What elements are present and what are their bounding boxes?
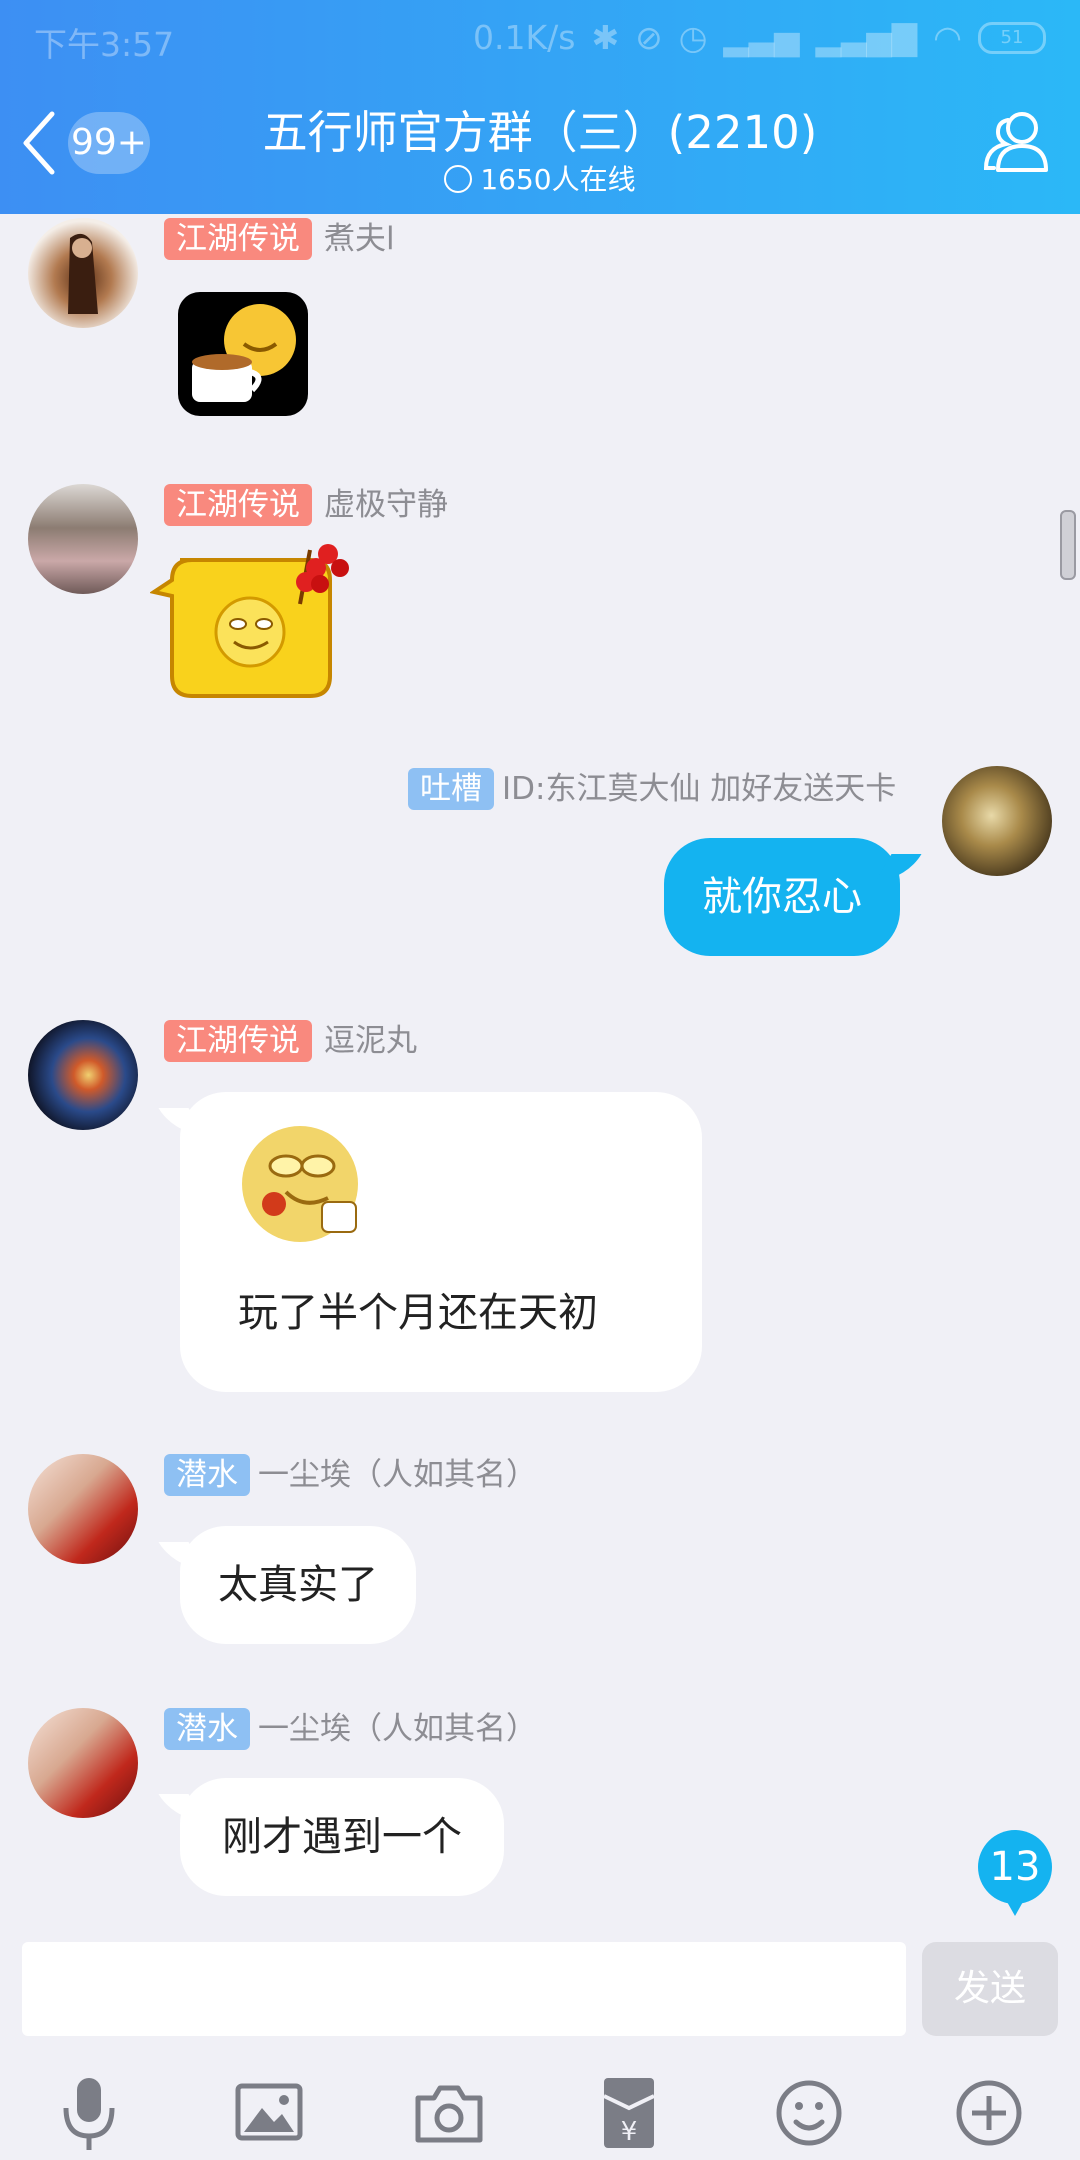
svg-text:¥: ¥ [621,2117,638,2147]
composer-bar: 发送 ¥ [0,1928,1080,2160]
composer-toolbar: ¥ [0,2068,1080,2158]
member-tag: 江湖传说 [164,1020,312,1062]
scrollbar[interactable] [1060,510,1076,580]
message-text: 太真实了 [218,1562,378,1608]
message-bubble[interactable]: 刚才遇到一个 [180,1778,504,1896]
page-title: 五行师官方群（三）(2210) [262,106,818,159]
coffee-smiley-sticker[interactable] [178,292,308,416]
red-packet-icon[interactable]: ¥ [584,2068,674,2158]
message-input[interactable] [22,1942,906,2036]
message-bubble[interactable]: 玩了半个月还在天初 [180,1092,702,1392]
group-members-icon[interactable] [980,108,1056,178]
message-bubble-outgoing[interactable]: 就你忍心 [664,838,900,956]
avatar[interactable] [28,218,138,328]
plus-icon[interactable] [944,2068,1034,2158]
online-count: 1650人在线 [0,158,1080,198]
message-text: 玩了半个月还在天初 [238,1290,598,1336]
message-text: 刚才遇到一个 [222,1814,462,1860]
sender-name: ID:东江莫大仙 加好友送天卡 [502,771,897,807]
emoji-icon[interactable] [764,2068,854,2158]
wifi-icon: ◠ [933,18,962,57]
battery-icon: 51 [978,21,1046,54]
sender-name: 煮夫l [324,221,395,257]
alarm-icon: ◷ [678,18,708,57]
sender-name: 一尘埃（人如其名） [258,1711,537,1747]
avatar[interactable] [28,484,138,594]
avatar[interactable] [942,766,1052,876]
status-time: 下午3:57 [34,25,175,64]
network-speed: 0.1K/s [473,18,576,57]
avatar[interactable] [28,1020,138,1130]
bluetooth-icon: ✱ [591,18,620,57]
status-bar: 下午3:57 0.1K/s ✱ ⊘ ◷ ▂▃▅ ▂▃▅▇ ◠ 51 [0,0,1080,76]
avatar[interactable] [28,1708,138,1818]
online-icon [444,165,473,193]
chat-header: 下午3:57 0.1K/s ✱ ⊘ ◷ ▂▃▅ ▂▃▅▇ ◠ 51 99+ 五行… [0,0,1080,214]
signal-hd-icon: ▂▃▅▇ [815,18,918,57]
microphone-icon[interactable] [44,2068,134,2158]
send-button[interactable]: 发送 [922,1942,1058,2036]
online-count-label: 1650人在线 [480,163,636,196]
member-tag: 吐槽 [408,768,494,810]
sender-name: 逗泥丸 [324,1023,417,1059]
member-tag: 江湖传说 [164,484,312,526]
member-tag: 潜水 [164,1454,250,1496]
signal-icon: ▂▃▅ [723,18,800,57]
member-tag: 潜水 [164,1708,250,1750]
message-bubble[interactable]: 太真实了 [180,1526,416,1644]
camera-icon[interactable] [404,2068,494,2158]
cartoon-emoji-sticker [234,1118,366,1248]
mute-icon: ⊘ [635,18,663,57]
avatar-figure-icon [68,233,98,314]
status-icons: 0.1K/s ✱ ⊘ ◷ ▂▃▅ ▂▃▅▇ ◠ 51 [473,18,1046,57]
sender-name: 一尘埃（人如其名） [258,1457,537,1493]
sender-name: 虚极守静 [324,487,448,523]
new-message-badge[interactable]: 13 [978,1830,1052,1916]
message-text: 就你忍心 [702,874,862,920]
avatar[interactable] [28,1454,138,1564]
member-tag: 江湖传说 [164,218,312,260]
candied-haws-smiley-sticker[interactable] [148,540,360,706]
image-icon[interactable] [224,2068,314,2158]
